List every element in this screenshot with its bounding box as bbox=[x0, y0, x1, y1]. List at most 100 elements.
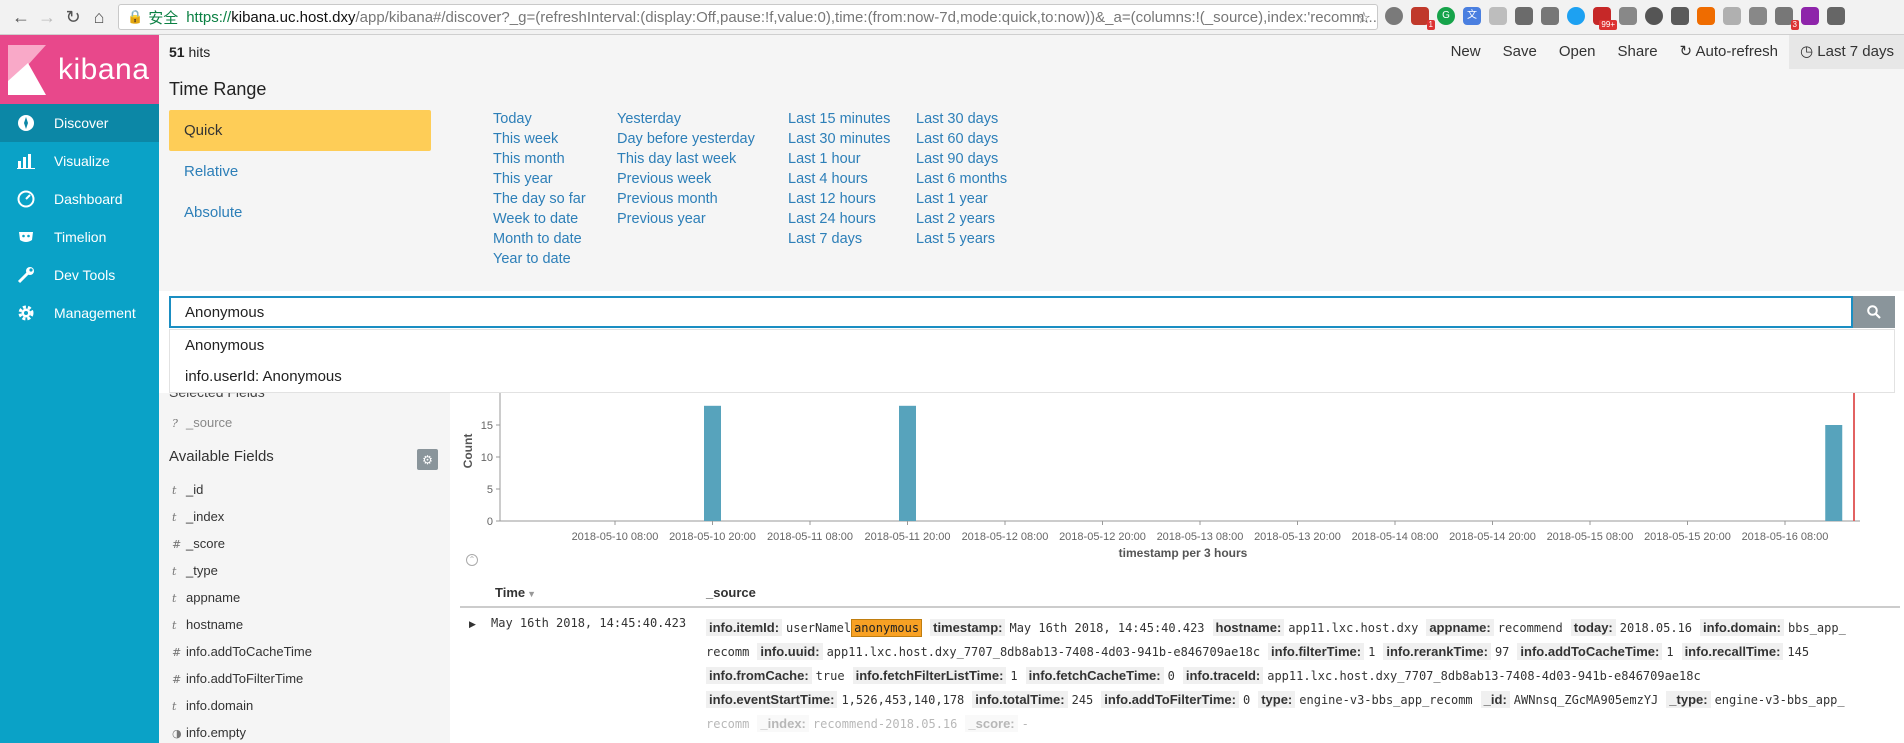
share-button[interactable]: Share bbox=[1607, 35, 1669, 69]
typeahead-item[interactable]: Anonymous bbox=[170, 330, 1894, 361]
histogram-bar bbox=[1825, 425, 1843, 521]
quick-range-link[interactable]: The day so far bbox=[493, 189, 586, 209]
quick-range-link[interactable]: Last 6 months bbox=[916, 169, 1007, 189]
field-item[interactable]: t info.domain bbox=[172, 696, 253, 716]
tab-relative[interactable]: Relative bbox=[169, 151, 431, 192]
extension-icon[interactable] bbox=[1619, 7, 1637, 25]
tab-quick[interactable]: Quick bbox=[169, 110, 431, 151]
field-item[interactable]: ◑ info.empty bbox=[172, 723, 246, 743]
expand-row-icon[interactable]: ▶ bbox=[469, 619, 476, 630]
y-tick-label: 0 bbox=[487, 516, 493, 528]
sidebar-item-dashboard[interactable]: Dashboard bbox=[0, 180, 159, 218]
field-item[interactable]: # info.addToFilterTime bbox=[172, 669, 303, 689]
source-field-value: app11.lxc.host.dxy_7707_8db8ab13-7408-4d… bbox=[1267, 669, 1701, 683]
sidebar-item-management[interactable]: Management bbox=[0, 294, 159, 332]
quick-range-link[interactable]: Last 1 year bbox=[916, 189, 1007, 209]
quick-range-link[interactable]: Last 60 days bbox=[916, 129, 1007, 149]
column-header-source[interactable]: _source bbox=[706, 585, 756, 600]
extension-icon[interactable] bbox=[1749, 7, 1767, 25]
quick-range-link[interactable]: Previous week bbox=[617, 169, 755, 189]
quick-range-link[interactable]: Last 2 years bbox=[916, 209, 1007, 229]
sidebar-item-timelion[interactable]: Timelion bbox=[0, 218, 159, 256]
field-settings-button[interactable]: ⚙ bbox=[417, 449, 438, 470]
typeahead-item[interactable]: info.userId: Anonymous bbox=[170, 361, 1894, 392]
extension-icon[interactable] bbox=[1541, 7, 1559, 25]
extension-icon[interactable] bbox=[1723, 7, 1741, 25]
evernote-icon[interactable] bbox=[1671, 7, 1689, 25]
time-picker-button[interactable]: ◷ Last 7 days bbox=[1789, 35, 1904, 69]
save-button[interactable]: Save bbox=[1492, 35, 1548, 69]
kibana-logo[interactable]: kibana bbox=[0, 35, 159, 104]
extension-icon[interactable] bbox=[1385, 7, 1403, 25]
quick-range-link[interactable]: This month bbox=[493, 149, 586, 169]
extension-icon[interactable] bbox=[1801, 7, 1819, 25]
extension-icon[interactable]: 1 bbox=[1411, 7, 1435, 30]
x-tick-label: 2018-05-14 20:00 bbox=[1449, 531, 1536, 543]
extension-icon[interactable] bbox=[1515, 7, 1533, 25]
quick-range-link[interactable]: Last 1 hour bbox=[788, 149, 890, 169]
quick-range-link[interactable]: Last 90 days bbox=[916, 149, 1007, 169]
quick-range-link[interactable]: Week to date bbox=[493, 209, 586, 229]
open-button[interactable]: Open bbox=[1548, 35, 1607, 69]
twitter-icon[interactable] bbox=[1567, 7, 1585, 25]
quick-range-link[interactable]: Last 15 minutes bbox=[788, 109, 890, 129]
y-axis-label: Count bbox=[461, 434, 475, 469]
quick-range-link[interactable]: Last 7 days bbox=[788, 229, 890, 249]
quick-range-link[interactable]: Last 4 hours bbox=[788, 169, 890, 189]
sidebar-item-discover[interactable]: Discover bbox=[0, 104, 159, 142]
quick-range-link[interactable]: Yesterday bbox=[617, 109, 755, 129]
sidebar-item-visualize[interactable]: Visualize bbox=[0, 142, 159, 180]
quick-range-link[interactable]: This day last week bbox=[617, 149, 755, 169]
field-item[interactable]: t _id bbox=[172, 480, 203, 500]
quick-range-link[interactable]: Last 24 hours bbox=[788, 209, 890, 229]
extension-icon[interactable] bbox=[1697, 7, 1715, 25]
field-item[interactable]: # info.addToCacheTime bbox=[172, 642, 312, 662]
search-input[interactable] bbox=[169, 296, 1853, 328]
lock-icon: 🔒 bbox=[127, 9, 144, 24]
search-button[interactable] bbox=[1853, 296, 1895, 328]
quick-range-link[interactable]: This week bbox=[493, 129, 586, 149]
quick-range-link[interactable]: Month to date bbox=[493, 229, 586, 249]
quick-range-link[interactable]: Today bbox=[493, 109, 586, 129]
tab-absolute[interactable]: Absolute bbox=[169, 192, 431, 233]
quick-range-link[interactable]: Last 30 days bbox=[916, 109, 1007, 129]
quick-range-link[interactable]: Year to date bbox=[493, 249, 586, 269]
quick-range-link[interactable]: Last 5 years bbox=[916, 229, 1007, 249]
y-tick-label: 15 bbox=[481, 420, 493, 432]
gear-icon: ⚙ bbox=[422, 452, 433, 467]
bookmark-star-icon[interactable]: ☆ bbox=[1357, 8, 1371, 28]
quick-range-link[interactable]: Previous year bbox=[617, 209, 755, 229]
collapse-chart-icon[interactable]: ⌃ bbox=[466, 554, 478, 566]
field-item[interactable]: t _index bbox=[172, 507, 224, 527]
extension-icon[interactable] bbox=[1489, 7, 1507, 25]
grammarly-icon[interactable]: G bbox=[1437, 7, 1455, 25]
column-header-time[interactable]: Time ▼ bbox=[495, 585, 536, 600]
sidebar-item-dev-tools[interactable]: Dev Tools bbox=[0, 256, 159, 294]
extension-icon[interactable] bbox=[1645, 7, 1663, 25]
quick-range-link[interactable]: This year bbox=[493, 169, 586, 189]
field-item[interactable]: t _type bbox=[172, 561, 218, 581]
source-field-key: timestamp: bbox=[930, 619, 1006, 636]
field-item[interactable]: t hostname bbox=[172, 615, 243, 635]
source-field-value: AWNnsq_ZGcMA905emzYJ bbox=[1513, 693, 1659, 707]
quick-range-link[interactable]: Previous month bbox=[617, 189, 755, 209]
reload-icon[interactable]: ↻ bbox=[60, 7, 86, 28]
quick-range-link[interactable]: Last 30 minutes bbox=[788, 129, 890, 149]
extension-icon[interactable]: 3 bbox=[1775, 7, 1799, 30]
quick-range-link[interactable]: Last 12 hours bbox=[788, 189, 890, 209]
home-icon[interactable]: ⌂ bbox=[86, 7, 112, 28]
source-field-value: 1 bbox=[1010, 669, 1018, 683]
auto-refresh-button[interactable]: ↻ Auto-refresh bbox=[1669, 35, 1789, 69]
translate-icon[interactable]: 文 bbox=[1463, 7, 1481, 25]
field-item-source[interactable]: ? _source bbox=[172, 413, 232, 433]
sidebar-item-label: Management bbox=[54, 305, 136, 321]
forward-icon[interactable]: → bbox=[34, 7, 60, 28]
new-button[interactable]: New bbox=[1440, 35, 1492, 69]
extension-icon[interactable]: 99+ bbox=[1593, 7, 1617, 30]
back-icon[interactable]: ← bbox=[8, 7, 34, 28]
extension-icon[interactable] bbox=[1827, 7, 1845, 25]
address-bar[interactable]: 🔒 安全 https://kibana.uc.host.dxy/app/kiba… bbox=[118, 4, 1378, 30]
field-item[interactable]: # _score bbox=[172, 534, 225, 554]
field-item[interactable]: t appname bbox=[172, 588, 240, 608]
quick-range-link[interactable]: Day before yesterday bbox=[617, 129, 755, 149]
